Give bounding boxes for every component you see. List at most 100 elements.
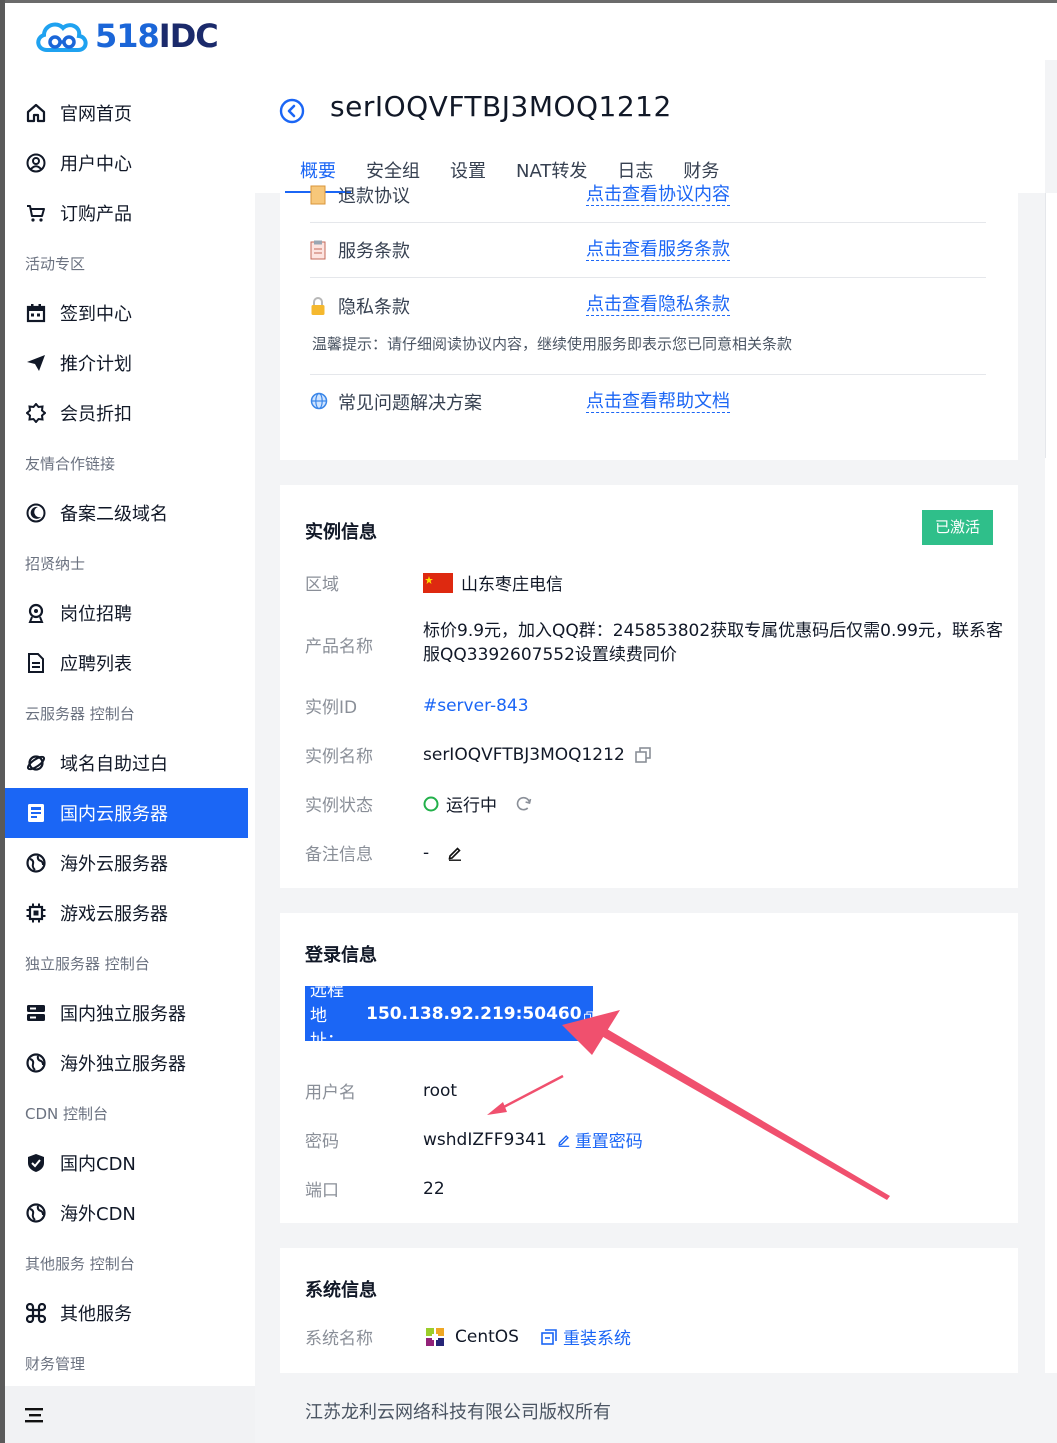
sidebar-section-label: CDN 控制台 (25, 1104, 109, 1123)
sidebar-item-8[interactable]: 备案二级域名 (5, 488, 248, 538)
user-circle-icon (25, 152, 47, 174)
terms-link[interactable]: 点击查看服务条款 (586, 239, 730, 261)
help-docs-link[interactable]: 点击查看帮助文档 (586, 391, 730, 413)
reinstall-system-button[interactable]: 重装系统 (563, 1324, 631, 1349)
reset-password-button[interactable]: 重置密码 (575, 1127, 643, 1152)
sidebar-item-10[interactable]: 岗位招聘 (5, 588, 248, 638)
sidebar-item-14[interactable]: 国内云服务器 (5, 788, 248, 838)
sidebar-item-label: 游戏云服务器 (60, 904, 168, 925)
brand-logo[interactable]: 518IDC (33, 13, 219, 59)
globe-blue-icon (310, 392, 328, 412)
reset-password-icon (558, 1134, 570, 1147)
sidebar-item-label: 官网首页 (60, 104, 132, 125)
refund-agreement-link[interactable]: 点击查看协议内容 (586, 184, 730, 206)
sidebar-item-label: 海外CDN (60, 1204, 136, 1225)
status-badge: 已激活 (921, 510, 993, 545)
sidebar-item-16[interactable]: 游戏云服务器 (5, 888, 248, 938)
faq-row: 常见问题解决方案 点击查看帮助文档 (310, 374, 986, 429)
sidebar-item-15[interactable]: 海外云服务器 (5, 838, 248, 888)
command-icon (25, 1302, 47, 1324)
sidebar-section-label: 活动专区 (25, 254, 86, 273)
sidebar-menu: 官网首页用户中心订购产品活动专区签到中心推介计划会员折扣友情合作链接备案二级域名… (5, 88, 248, 1388)
right-panel (1045, 193, 1057, 1373)
system-info-title: 系统信息 (305, 1280, 377, 1301)
sidebar-item-label: 国内CDN (60, 1154, 136, 1175)
globe-icon (25, 1052, 47, 1074)
login-info-card: 登录信息 远程地址： 150.138.92.219:50460 用户名 root… (280, 913, 1018, 1223)
sidebar-item-label: 其他服务 (60, 1304, 132, 1325)
back-arrow-icon[interactable] (279, 98, 305, 124)
sidebar-section-label: 友情合作链接 (25, 454, 116, 473)
sidebar-item-24[interactable]: 其他服务 (5, 1288, 248, 1338)
cart-icon (25, 202, 47, 224)
sidebar-item-1[interactable]: 用户中心 (5, 138, 248, 188)
sidebar-item-18[interactable]: 国内独立服务器 (5, 988, 248, 1038)
sidebar-item-label: 签到中心 (60, 304, 132, 325)
port-row: 端口 22 (305, 1178, 445, 1202)
home-icon (25, 102, 47, 124)
instance-info-card: 实例信息 已激活 区域 山东枣庄电信 产品名称 标价9.9元，加入QQ群：245… (280, 485, 1018, 888)
instance-id-row: 实例ID #server-843 (305, 695, 529, 719)
sidebar-item-label: 岗位招聘 (60, 604, 132, 625)
remote-address-value: 150.138.92.219:50460 (366, 1003, 582, 1024)
page-title: serIOQVFTBJ3MOQ1212 (330, 90, 672, 123)
sidebar-item-label: 用户中心 (60, 154, 132, 175)
discount-icon (25, 402, 47, 424)
sidebar-section-label: 独立服务器 控制台 (25, 954, 150, 973)
sidebar-item-13[interactable]: 域名自助过白 (5, 738, 248, 788)
sidebar-section-label: 其他服务 控制台 (25, 1254, 135, 1273)
sidebar-item-label: 推介计划 (60, 354, 132, 375)
sidebar-item-label: 海外云服务器 (60, 854, 168, 875)
sidebar-item-label: 海外独立服务器 (60, 1054, 186, 1075)
server-doc-icon (25, 802, 47, 824)
remark-row: 备注信息 - (305, 840, 463, 865)
refresh-icon[interactable] (515, 795, 533, 813)
instance-id-link[interactable]: #server-843 (423, 696, 529, 716)
server-rack-icon (25, 1002, 47, 1024)
sidebar-item-0[interactable]: 官网首页 (5, 88, 248, 138)
os-row: 系统名称 CentOS 重装系统 (305, 1324, 631, 1350)
product-row: 产品名称 标价9.9元，加入QQ群：245853802获取专属优惠码后仅需0.9… (305, 621, 1003, 665)
sidebar-item-label: 应聘列表 (60, 654, 132, 675)
sidebar-item-19[interactable]: 海外独立服务器 (5, 1038, 248, 1088)
chip-icon (25, 902, 47, 924)
centos-logo-icon (426, 1327, 444, 1346)
china-flag-icon (423, 572, 453, 593)
sidebar-section-label: 财务管理 (25, 1354, 86, 1373)
running-status-icon (423, 796, 439, 811)
agreement-row-terms: 服务条款 点击查看服务条款 (310, 223, 986, 278)
document-icon (25, 652, 47, 674)
sidebar-item-label: 订购产品 (60, 204, 132, 225)
sidebar-item-6[interactable]: 会员折扣 (5, 388, 248, 438)
sidebar-item-2[interactable]: 订购产品 (5, 188, 248, 238)
remote-address-box[interactable]: 远程地址： 150.138.92.219:50460 (305, 981, 593, 1051)
agreement-tip: 温馨提示：请仔细阅读协议内容，继续使用服务即表示您已同意相关条款 (312, 335, 793, 353)
login-info-title: 登录信息 (305, 945, 377, 966)
sidebar-item-21[interactable]: 国内CDN (5, 1138, 248, 1188)
sidebar-item-label: 备案二级域名 (60, 504, 168, 525)
planet-icon (25, 752, 47, 774)
globe-icon (25, 1202, 47, 1224)
sidebar-item-label: 域名自助过白 (60, 754, 168, 775)
sidebar-item-11[interactable]: 应聘列表 (5, 638, 248, 688)
agreement-row-privacy: 隐私条款 点击查看隐私条款 (310, 278, 986, 333)
copy-icon[interactable] (634, 746, 651, 763)
pin-icon (25, 602, 47, 624)
globe-icon (25, 852, 47, 874)
sidebar-item-4[interactable]: 签到中心 (5, 288, 248, 338)
collapse-menu-button[interactable] (5, 1386, 255, 1443)
copy-address-icon[interactable] (583, 1008, 593, 1024)
sidebar-item-label: 国内独立服务器 (60, 1004, 186, 1025)
edit-icon[interactable] (447, 845, 463, 861)
sidebar-item-22[interactable]: 海外CDN (5, 1188, 248, 1238)
agreement-row-refund: 退款协议 点击查看协议内容 (310, 168, 986, 223)
instance-status-row: 实例状态 运行中 (305, 791, 533, 816)
instance-name-row: 实例名称 serIOQVFTBJ3MOQ1212 (305, 742, 651, 767)
privacy-link[interactable]: 点击查看隐私条款 (586, 295, 730, 316)
footer-copyright: 江苏龙利云网络科技有限公司版权所有 (305, 1402, 611, 1423)
collapse-menu-icon (25, 1407, 43, 1422)
doc-orange-icon (310, 185, 328, 205)
sidebar-item-5[interactable]: 推介计划 (5, 338, 248, 388)
sidebar: 518IDC 官网首页用户中心订购产品活动专区签到中心推介计划会员折扣友情合作链… (5, 3, 255, 1443)
sidebar-section-label: 云服务器 控制台 (25, 704, 135, 723)
